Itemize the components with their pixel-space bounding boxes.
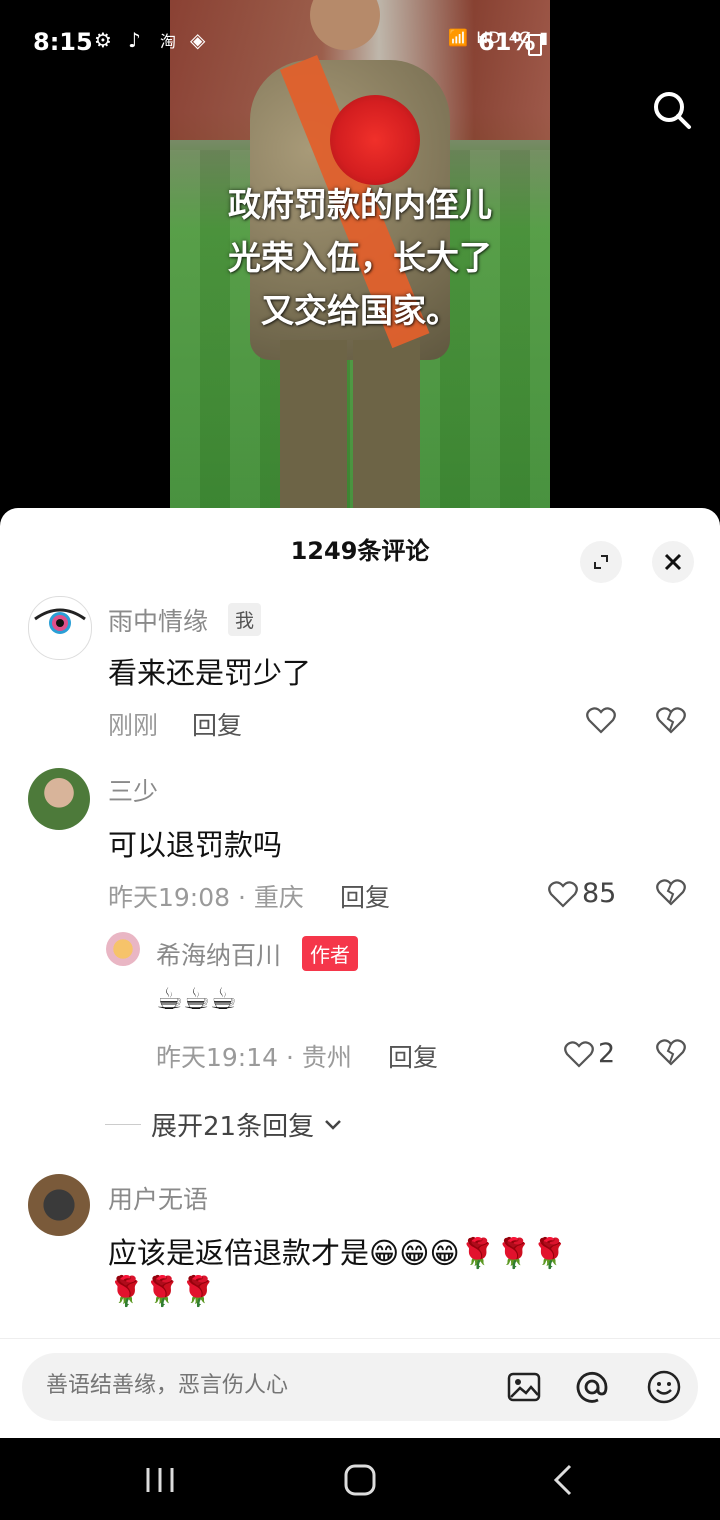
battery-icon: [528, 34, 542, 56]
home-icon: [344, 1464, 376, 1496]
recent-apps-icon: [146, 1468, 174, 1492]
battery-level: 61%: [478, 28, 536, 56]
reply-button[interactable]: 回复: [192, 706, 242, 742]
avatar[interactable]: [28, 596, 92, 660]
settings-gear-icon: ⚙: [94, 28, 112, 52]
like-button[interactable]: 2: [564, 1038, 615, 1069]
heart-icon: [548, 880, 578, 908]
author-badge: 作者: [302, 936, 358, 971]
like-button[interactable]: 85: [548, 878, 616, 909]
status-time: 8:15: [33, 28, 93, 56]
comment-time-location: 昨天19:08 · 重庆: [108, 883, 304, 912]
avatar[interactable]: [28, 768, 90, 830]
reply-button[interactable]: 回复: [388, 1038, 438, 1074]
heart-icon: [564, 1040, 594, 1068]
notification-icon: ◈: [190, 28, 206, 52]
video-caption: 政府罚款的内侄儿 光荣入伍，长大了 又交给国家。: [170, 178, 550, 337]
comment-text-line-1: 应该是返倍退款才是😁😁😁🌹🌹🌹: [108, 1236, 569, 1270]
search-icon: [654, 92, 691, 129]
back-button[interactable]: [544, 1460, 584, 1500]
divider-line: [105, 1124, 141, 1125]
video-caption-line-1: 政府罚款的内侄儿: [228, 185, 492, 224]
self-badge: 我: [228, 603, 262, 636]
comment-text: 可以退罚款吗: [108, 828, 283, 862]
at-icon: [576, 1371, 608, 1403]
sheet-header: 1249条评论: [0, 526, 720, 583]
reply-text: ☕☕☕: [156, 982, 237, 1017]
broken-heart-icon: [656, 1039, 686, 1066]
expand-sheet-button[interactable]: [580, 541, 622, 583]
mention-button[interactable]: [574, 1369, 610, 1405]
comment-count-title: 1249条评论: [290, 537, 430, 565]
avatar[interactable]: [28, 1174, 90, 1236]
comment-sheet: 1249条评论 雨中情缘 我 看来还是罚少了 刚刚 回复 三少 可以退罚款吗 昨…: [0, 508, 720, 1438]
emoji-icon: [647, 1370, 681, 1404]
chevron-down-icon: [325, 1119, 341, 1130]
comment-composer: [0, 1338, 720, 1439]
expand-replies-label: 展开21条回复: [151, 1112, 315, 1142]
back-icon: [553, 1464, 572, 1496]
expand-icon: [594, 555, 608, 569]
heart-icon: [586, 707, 616, 734]
close-icon: [664, 553, 682, 571]
comment-text-line-2: 🌹🌹🌹: [108, 1274, 217, 1308]
image-icon: [507, 1372, 541, 1402]
video-caption-line-2: 光荣入伍，长大了: [228, 238, 492, 277]
comment-username[interactable]: 三少: [108, 772, 158, 808]
video-caption-line-3: 又交给国家。: [261, 291, 459, 330]
like-button[interactable]: [586, 706, 616, 734]
video-red-flower: [330, 95, 420, 185]
tiktok-icon: ♪: [128, 28, 141, 52]
broken-heart-icon: [656, 879, 686, 906]
reply-username[interactable]: 希海纳百川: [156, 936, 281, 972]
image-button[interactable]: [506, 1369, 542, 1405]
reply-time-location: 昨天19:14 · 贵州: [156, 1043, 352, 1072]
emoji-button[interactable]: [646, 1369, 682, 1405]
composer-box[interactable]: [22, 1353, 698, 1421]
dislike-button[interactable]: [656, 706, 686, 738]
like-count: 2: [598, 1038, 616, 1069]
comment-input[interactable]: [44, 1371, 468, 1399]
comment-time: 刚刚: [108, 711, 159, 740]
system-nav-bar: [0, 1438, 720, 1520]
like-count: 85: [582, 878, 617, 909]
home-button[interactable]: [340, 1460, 380, 1500]
comment-username[interactable]: 雨中情缘: [108, 602, 208, 638]
close-sheet-button[interactable]: [652, 541, 694, 583]
dislike-button[interactable]: [656, 878, 686, 910]
comment-username[interactable]: 用户无语: [108, 1180, 208, 1216]
status-bar: 8:15 ⚙ ♪ 淘 ◈ 📶 HD 4G ▮ 61%: [0, 0, 720, 88]
comment-text: 看来还是罚少了: [108, 656, 312, 690]
recent-apps-button[interactable]: [140, 1460, 180, 1500]
avatar[interactable]: [106, 932, 140, 966]
search-button[interactable]: [650, 88, 694, 132]
reply-button[interactable]: 回复: [340, 878, 390, 914]
taobao-icon: 淘: [160, 32, 177, 51]
eye-avatar-icon: [34, 608, 86, 634]
wifi-icon: 📶: [448, 28, 469, 47]
expand-replies-button[interactable]: 展开21条回复: [105, 1106, 342, 1143]
video-person-legs: [280, 340, 420, 510]
dislike-button[interactable]: [656, 1038, 686, 1070]
broken-heart-icon: [656, 707, 686, 734]
